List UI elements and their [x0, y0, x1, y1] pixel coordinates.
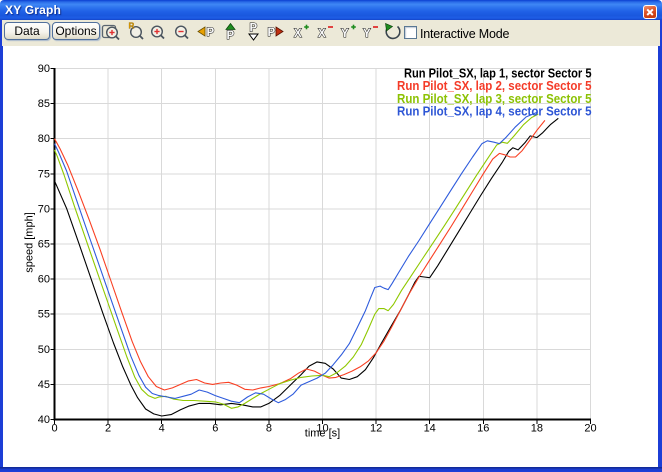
svg-text:8: 8	[266, 423, 272, 435]
svg-text:14: 14	[424, 423, 436, 435]
svg-text:speed [mph]: speed [mph]	[24, 212, 36, 273]
svg-text:4: 4	[159, 423, 165, 435]
svg-text:40: 40	[38, 414, 50, 426]
svg-text:time [s]: time [s]	[305, 428, 340, 440]
svg-text:90: 90	[38, 63, 50, 75]
svg-text:20: 20	[584, 423, 596, 435]
svg-text:Y: Y	[363, 28, 371, 40]
svg-text:R: R	[129, 22, 135, 31]
svg-text:55: 55	[38, 309, 50, 321]
svg-text:16: 16	[477, 423, 489, 435]
svg-text:12: 12	[370, 423, 382, 435]
svg-text:18: 18	[531, 423, 543, 435]
svg-text:P: P	[268, 27, 276, 39]
svg-text:2: 2	[105, 423, 111, 435]
svg-text:80: 80	[38, 133, 50, 145]
svg-text:60: 60	[38, 274, 50, 286]
svg-text:65: 65	[38, 239, 50, 251]
svg-text:P: P	[227, 30, 235, 42]
svg-text:85: 85	[38, 98, 50, 110]
svg-text:X: X	[318, 28, 326, 40]
svg-text:X: X	[294, 28, 302, 40]
svg-text:50: 50	[38, 344, 50, 356]
svg-text:0: 0	[51, 423, 57, 435]
svg-text:45: 45	[38, 379, 50, 391]
svg-text:6: 6	[212, 423, 218, 435]
svg-text:70: 70	[38, 203, 50, 215]
svg-text:P: P	[207, 27, 215, 39]
svg-text:P: P	[250, 23, 258, 35]
svg-text:Run Pilot_SX, lap 4, sector Se: Run Pilot_SX, lap 4, sector Sector 5	[397, 105, 592, 119]
svg-text:Y: Y	[341, 28, 349, 40]
svg-text:75: 75	[38, 168, 50, 180]
